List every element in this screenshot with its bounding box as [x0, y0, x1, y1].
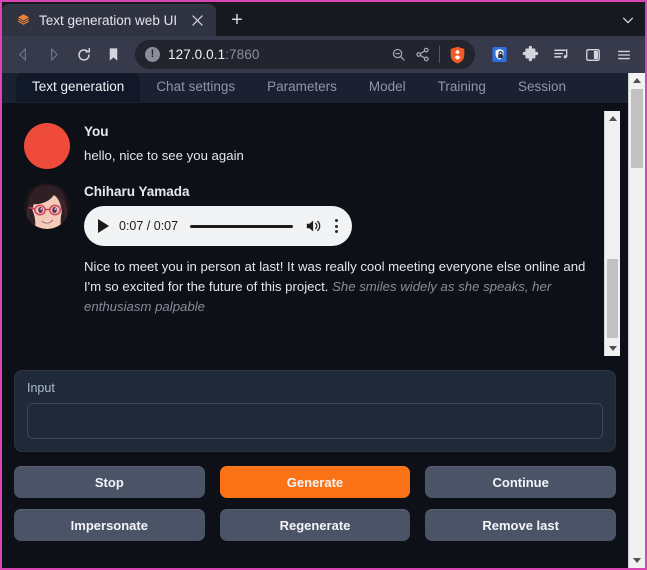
hexagon-layers-icon: [16, 13, 31, 28]
chat-container: You hello, nice to see you again Chiharu…: [10, 111, 620, 356]
impersonate-button[interactable]: Impersonate: [14, 509, 205, 541]
url-host: 127.0.0.1: [168, 47, 226, 62]
scroll-down-icon[interactable]: [605, 341, 620, 356]
character-avatar: [24, 183, 70, 229]
regenerate-button[interactable]: Regenerate: [219, 509, 411, 541]
chevron-down-icon[interactable]: [611, 4, 645, 36]
audio-player[interactable]: 0:07 / 0:07: [84, 206, 352, 246]
chat-message-bot: Chiharu Yamada 0:07 / 0:07 Nice to meet …: [24, 183, 596, 317]
chat-message-text: Nice to meet you in person at last! It w…: [84, 257, 596, 317]
scroll-up-icon[interactable]: [605, 111, 620, 126]
audio-progress-bar[interactable]: [190, 224, 293, 228]
web-app: Text generation Chat settings Parameters…: [2, 73, 628, 568]
forward-arrow-icon[interactable]: [39, 40, 68, 69]
url-port: :7860: [225, 47, 260, 62]
browser-tabstrip: Text generation web UI +: [2, 2, 645, 36]
info-circle-icon[interactable]: !: [145, 47, 160, 62]
audio-time: 0:07 / 0:07: [119, 219, 179, 233]
close-icon[interactable]: [188, 11, 206, 29]
input-textbox[interactable]: [27, 403, 603, 439]
chat-message-author: Chiharu Yamada: [84, 184, 190, 199]
chat-message-text: hello, nice to see you again: [84, 148, 244, 163]
url-bar-actions: [391, 46, 466, 64]
share-icon[interactable]: [415, 47, 430, 62]
input-block: Input: [14, 370, 616, 452]
user-avatar: [24, 123, 70, 169]
generate-button[interactable]: Generate: [219, 466, 411, 498]
stop-button[interactable]: Stop: [14, 466, 205, 498]
chat-message-body: You hello, nice to see you again: [84, 123, 596, 169]
tab-bar-filler: [581, 73, 628, 102]
extensions-puzzle-icon[interactable]: [516, 40, 545, 69]
app-tab-bar: Text generation Chat settings Parameters…: [2, 73, 628, 103]
tab-chat-settings[interactable]: Chat settings: [140, 73, 251, 102]
page-viewport: Text generation Chat settings Parameters…: [2, 73, 645, 568]
continue-button[interactable]: Continue: [425, 466, 616, 498]
reload-icon[interactable]: [69, 40, 98, 69]
new-tab-button[interactable]: +: [222, 5, 252, 35]
zoom-out-icon[interactable]: [391, 47, 406, 62]
chat-scrollbar[interactable]: [604, 111, 620, 356]
chat-message-user: You hello, nice to see you again: [24, 123, 596, 169]
browser-tab-active[interactable]: Text generation web UI: [2, 4, 216, 36]
playlist-icon[interactable]: [547, 40, 576, 69]
volume-icon[interactable]: [305, 218, 323, 234]
page-scrollbar[interactable]: [628, 73, 645, 568]
chat-message-body: Chiharu Yamada 0:07 / 0:07 Nice to meet …: [84, 183, 596, 317]
tab-model[interactable]: Model: [353, 73, 422, 102]
back-arrow-icon[interactable]: [9, 40, 38, 69]
url-bar[interactable]: ! 127.0.0.1:7860: [135, 40, 475, 69]
browser-toolbar: ! 127.0.0.1:7860: [2, 36, 645, 73]
extension-icons: [485, 40, 638, 69]
page-scrollbar-thumb[interactable]: [631, 89, 643, 168]
three-dots-vertical-icon[interactable]: [333, 219, 340, 233]
tab-training[interactable]: Training: [422, 73, 502, 102]
page-scroll-up-icon[interactable]: [629, 73, 645, 88]
browser-window: Text generation web UI + ! 127.0.0.1:786…: [0, 0, 647, 570]
tab-session[interactable]: Session: [502, 73, 582, 102]
sidebar-toggle-icon[interactable]: [578, 40, 607, 69]
url-text: 127.0.0.1:7860: [168, 47, 383, 62]
input-label: Input: [27, 381, 55, 395]
action-buttons: Stop Generate Continue Impersonate Regen…: [14, 466, 616, 541]
chat-message-list: You hello, nice to see you again Chiharu…: [10, 111, 604, 356]
password-manager-icon[interactable]: [485, 40, 514, 69]
chat-scrollbar-thumb[interactable]: [607, 259, 618, 338]
play-icon[interactable]: [98, 219, 109, 233]
tab-text-generation[interactable]: Text generation: [16, 73, 141, 102]
brave-shields-lion-icon[interactable]: [449, 46, 466, 64]
page-scroll-down-icon[interactable]: [629, 553, 645, 568]
remove-last-button[interactable]: Remove last: [425, 509, 616, 541]
toolbar-divider: [439, 46, 440, 63]
hamburger-menu-icon[interactable]: [609, 40, 638, 69]
browser-tab-title: Text generation web UI: [39, 12, 178, 28]
tab-parameters[interactable]: Parameters: [251, 73, 353, 102]
bookmark-icon[interactable]: [99, 40, 128, 69]
chat-message-author: You: [84, 124, 109, 139]
